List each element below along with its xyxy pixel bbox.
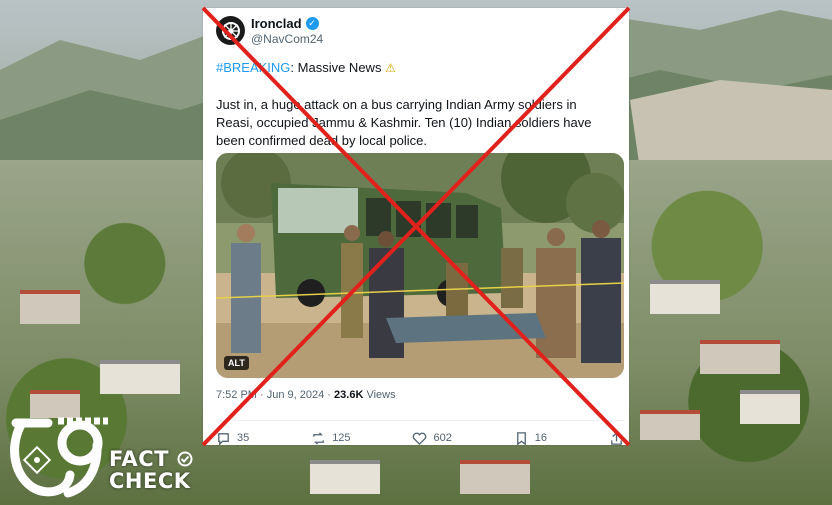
hashtag-link[interactable]: #BREAKING (216, 60, 290, 75)
house (460, 460, 530, 494)
house (310, 460, 380, 494)
user-handle[interactable]: @NavCom24 (251, 32, 323, 46)
house (20, 290, 80, 324)
like-count: 602 (433, 432, 452, 444)
tweet-meta: 7:52 PM · Jun 9, 2024 · 23.6K Views (216, 389, 396, 401)
avatar[interactable] (216, 16, 245, 45)
reply-icon (218, 432, 229, 446)
display-name-text: Ironclad (251, 16, 302, 31)
house (740, 390, 800, 424)
bookmark-icon (516, 431, 526, 445)
ship-wheel-icon (221, 21, 240, 40)
logo-word-fact: FACT (109, 449, 193, 470)
tweet-body: Just in, a huge attack on a bus carrying… (216, 97, 592, 148)
verified-badge-icon: ✓ (305, 17, 319, 30)
heart-icon (413, 432, 427, 445)
bus-scene-image (216, 153, 624, 378)
like-button[interactable]: 602 (412, 431, 452, 446)
tweet-photo[interactable]: ALT (216, 153, 624, 378)
house (650, 280, 720, 314)
views-label: Views (366, 389, 396, 401)
reply-button[interactable]: 35 (216, 431, 249, 446)
tweet-card: Ironclad ✓ @NavCom24 #BREAKING: Massive … (203, 8, 629, 446)
bookmark-button[interactable]: 16 (514, 431, 547, 446)
repost-count: 125 (332, 432, 351, 444)
logo-word-fact-text: FACT (109, 447, 169, 471)
logo-mark-icon (10, 417, 108, 498)
tweet-headline: #BREAKING: Massive News ⚠ (216, 60, 396, 75)
tweet-actions: 35 125 602 16 (216, 420, 624, 449)
repost-button[interactable]: 125 (311, 431, 351, 446)
reply-count: 35 (237, 432, 250, 444)
bookmark-count: 16 (534, 432, 548, 444)
house (100, 360, 180, 394)
warning-emoji-icon: ⚠ (385, 61, 396, 75)
tweet-time[interactable]: 7:52 PM (216, 389, 257, 401)
share-button[interactable] (609, 431, 624, 446)
headline-text: : Massive News (290, 60, 382, 75)
tweet-date[interactable]: Jun 9, 2024 (267, 389, 325, 401)
fact-check-logo: FACT CHECK (8, 413, 198, 499)
repost-icon (313, 431, 325, 445)
house (700, 340, 780, 374)
logo-word-check: CHECK (109, 469, 191, 493)
alt-badge[interactable]: ALT (224, 356, 249, 370)
share-icon (611, 431, 622, 445)
display-name[interactable]: Ironclad ✓ (251, 16, 319, 31)
views-count: 23.6K (334, 389, 364, 401)
house (640, 410, 700, 440)
check-circle-icon (177, 451, 193, 467)
